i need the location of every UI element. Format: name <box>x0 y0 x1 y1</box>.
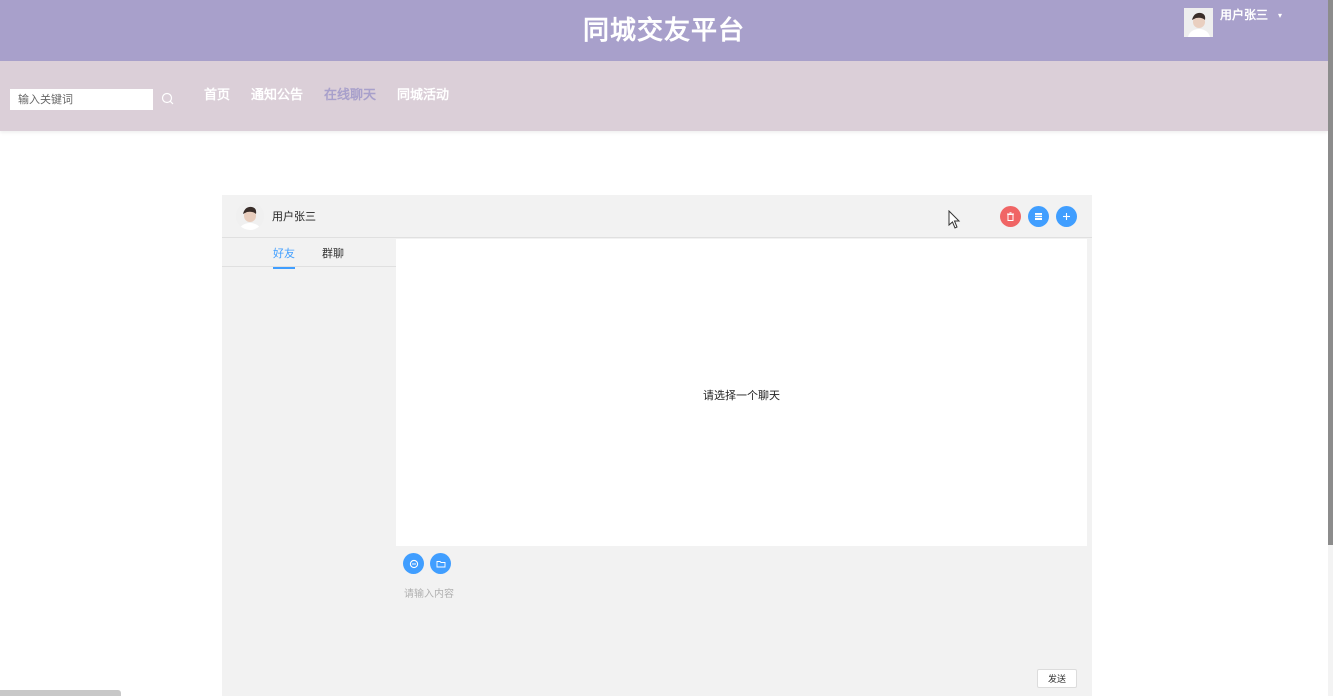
add-button[interactable] <box>1056 206 1077 227</box>
send-button[interactable]: 发送 <box>1037 669 1077 688</box>
main-nav: 首页 通知公告 在线聊天 同城活动 <box>204 87 470 105</box>
user-avatar[interactable] <box>1184 8 1213 37</box>
contact-tabs: 好友 群聊 <box>222 239 396 269</box>
site-title: 同城交友平台 <box>582 16 745 46</box>
nav-link-notices[interactable]: 通知公告 <box>251 87 303 105</box>
delete-button[interactable] <box>1000 206 1021 227</box>
nav-link-events[interactable]: 同城活动 <box>397 87 449 105</box>
chevron-down-icon[interactable]: ▾ <box>1278 8 1282 24</box>
plus-icon <box>1063 213 1070 220</box>
emoji-button[interactable] <box>403 553 424 574</box>
trash-icon <box>1007 212 1014 221</box>
top-header: 同城交友平台 用户张三 ▾ <box>0 0 1328 61</box>
message-area: 请选择一个聊天 <box>396 239 1087 546</box>
search-input[interactable] <box>10 89 153 110</box>
mouse-cursor-icon <box>948 209 962 230</box>
scrollbar-thumb[interactable] <box>1328 0 1333 545</box>
tab-friends[interactable]: 好友 <box>273 245 295 269</box>
nav-bar: 首页 通知公告 在线聊天 同城活动 <box>0 61 1328 131</box>
chat-panel: 用户张三 好友 群聊 请选择一个聊天 请输入内容 发送 <box>222 195 1092 696</box>
user-name[interactable]: 用户张三 <box>1220 8 1268 22</box>
menu-button[interactable] <box>1028 206 1049 227</box>
chat-user-avatar <box>236 202 264 230</box>
search-icon[interactable] <box>160 91 176 107</box>
nav-link-home[interactable]: 首页 <box>204 87 230 105</box>
user-menu[interactable]: 用户张三 ▾ <box>1184 8 1282 37</box>
file-button[interactable] <box>430 553 451 574</box>
page-scrollbar[interactable] <box>1328 0 1333 696</box>
folder-icon <box>436 560 445 567</box>
emoji-icon <box>409 559 418 568</box>
list-icon <box>1035 213 1042 220</box>
tab-groups[interactable]: 群聊 <box>322 245 344 267</box>
chat-header: 用户张三 <box>222 195 1092 238</box>
nav-link-chat[interactable]: 在线聊天 <box>324 87 376 105</box>
bottom-scrollbar[interactable] <box>0 690 121 696</box>
empty-chat-hint: 请选择一个聊天 <box>703 388 780 402</box>
contact-sidebar: 好友 群聊 <box>222 239 396 696</box>
chat-user-name: 用户张三 <box>272 210 316 223</box>
message-input[interactable] <box>404 585 1074 665</box>
